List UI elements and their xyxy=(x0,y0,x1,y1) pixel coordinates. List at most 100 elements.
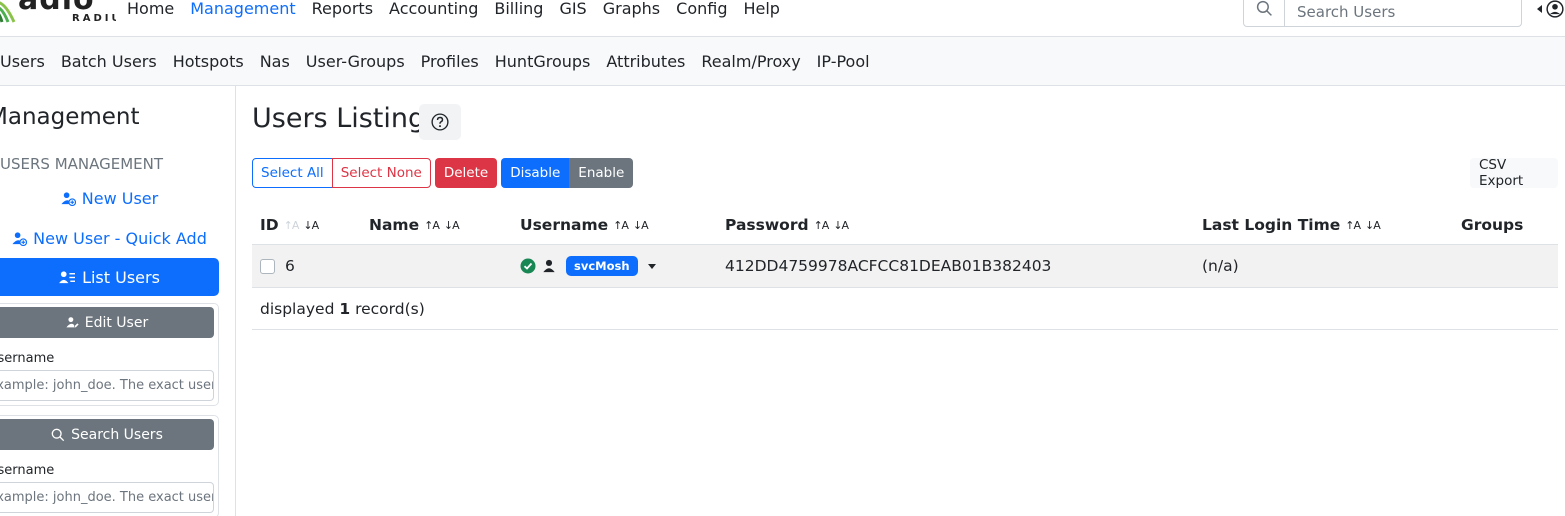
sort-asc-icon[interactable]: ↑A xyxy=(814,219,830,232)
sort-desc-icon[interactable]: ↓A xyxy=(303,219,319,232)
submenu-attributes[interactable]: Attributes xyxy=(606,52,685,71)
submenu-ip-pool[interactable]: IP-Pool xyxy=(817,52,870,71)
search-icon xyxy=(51,428,65,441)
new-user-quick-add-link[interactable]: New User - Quick Add xyxy=(0,219,219,257)
logo-arcs-icon xyxy=(0,1,16,23)
sort-desc-icon[interactable]: ↓A xyxy=(833,219,849,232)
new-user-label: New User xyxy=(81,188,159,208)
submenu-hotspots[interactable]: Hotspots xyxy=(173,52,244,71)
sort-asc-icon[interactable]: ↑A xyxy=(1345,219,1361,232)
menu-reports[interactable]: Reports xyxy=(312,0,373,18)
list-users-link[interactable]: List Users xyxy=(0,258,219,296)
chevron-down-icon[interactable] xyxy=(647,263,656,269)
footer-prefix: displayed xyxy=(260,299,335,318)
cell-last-login: (n/a) xyxy=(1202,257,1239,275)
column-header-username: Username ↑A ↓A xyxy=(520,205,649,245)
edit-username-label: Username xyxy=(0,351,55,366)
search-users-button[interactable]: Search Users xyxy=(0,419,214,450)
search-users-group xyxy=(1243,0,1522,27)
submenu-user-groups[interactable]: User-Groups xyxy=(306,52,405,71)
edit-username-input[interactable] xyxy=(0,370,214,401)
sort-desc-icon[interactable]: ↓A xyxy=(633,219,649,232)
column-header-label: Last Login Time xyxy=(1202,216,1341,234)
disable-button[interactable]: Disable xyxy=(501,158,570,188)
menu-graphs[interactable]: Graphs xyxy=(603,0,660,18)
table-header: ID ↑A ↓A Name ↑A ↓A Username ↑A ↓A Passw… xyxy=(252,205,1558,245)
search-username-input[interactable] xyxy=(0,482,214,513)
select-all-button[interactable]: Select All xyxy=(252,158,333,188)
help-button[interactable] xyxy=(419,104,461,140)
search-input[interactable] xyxy=(1285,0,1521,26)
user-add-icon xyxy=(12,231,28,246)
sub-menu: Users Batch Users Hotspots Nas User-Grou… xyxy=(0,37,1565,86)
column-header-password: Password ↑A ↓A xyxy=(725,205,849,245)
delete-button[interactable]: Delete xyxy=(434,158,498,188)
menu-home[interactable]: Home xyxy=(127,0,174,18)
sort-asc-icon[interactable]: ↑A xyxy=(613,219,629,232)
table-footer: displayed 1 record(s) xyxy=(252,288,1558,330)
footer-suffix: record(s) xyxy=(355,299,425,318)
select-none-button[interactable]: Select None xyxy=(331,158,431,188)
menu-gis[interactable]: GIS xyxy=(559,0,586,18)
search-users-label: Search Users xyxy=(71,426,163,443)
submenu-profiles[interactable]: Profiles xyxy=(421,52,479,71)
daloradius-logo[interactable]: adio RADIUS xyxy=(0,0,116,26)
page-title: Users Listing xyxy=(252,103,426,134)
cell-username: svcMosh xyxy=(520,245,656,287)
submenu-realm-proxy[interactable]: Realm/Proxy xyxy=(701,52,800,71)
sort-asc-icon[interactable]: ↑A xyxy=(284,219,300,232)
column-header-label: ID xyxy=(260,216,279,234)
question-circle-icon xyxy=(431,113,449,131)
top-navbar: adio RADIUS Home Management Reports Acco… xyxy=(0,0,1565,37)
sort-asc-icon[interactable]: ↑A xyxy=(424,219,440,232)
menu-management[interactable]: Management xyxy=(190,0,295,18)
submenu-batch-users[interactable]: Batch Users xyxy=(61,52,157,71)
column-header-last-login: Last Login Time ↑A ↓A xyxy=(1202,205,1381,245)
logo-subtext: RADIUS xyxy=(72,13,116,24)
user-circle-icon xyxy=(1546,0,1564,18)
menu-config[interactable]: Config xyxy=(676,0,727,18)
column-header-name: Name ↑A ↓A xyxy=(369,205,460,245)
sidebar-section-heading: USERS MANAGEMENT xyxy=(0,155,164,173)
row-id: 6 xyxy=(285,257,295,275)
search-button[interactable] xyxy=(1244,0,1285,26)
sidebar-title: Management xyxy=(0,104,140,130)
sort-desc-icon[interactable]: ↓A xyxy=(1365,219,1381,232)
list-users-label: List Users xyxy=(82,267,160,287)
column-header-label: Name xyxy=(369,216,420,234)
column-header-id: ID ↑A ↓A xyxy=(260,205,319,245)
csv-export-button[interactable]: CSV Export xyxy=(1470,157,1558,189)
column-header-label: Password xyxy=(725,216,809,234)
menu-accounting[interactable]: Accounting xyxy=(389,0,478,18)
submenu-users[interactable]: Users xyxy=(0,52,45,71)
bulk-actions-toolbar: Select All Select None Delete Disable En… xyxy=(252,158,634,188)
caret-left-icon xyxy=(1537,5,1542,13)
column-header-label: Username xyxy=(520,216,609,234)
main-menu: Home Management Reports Accounting Billi… xyxy=(127,0,796,18)
username-badge[interactable]: svcMosh xyxy=(566,256,638,276)
user-list-icon xyxy=(59,270,76,283)
edit-user-button[interactable]: Edit User xyxy=(0,307,214,338)
edit-user-card: Edit User Username xyxy=(0,303,219,406)
submenu-huntgroups[interactable]: HuntGroups xyxy=(495,52,591,71)
user-edit-icon xyxy=(66,317,79,328)
column-header-label: Groups xyxy=(1461,216,1524,234)
submenu-nas[interactable]: Nas xyxy=(260,52,290,71)
row-checkbox[interactable] xyxy=(260,258,275,274)
user-add-icon xyxy=(61,191,76,206)
search-icon xyxy=(1256,0,1272,16)
sidebar: Management USERS MANAGEMENT New User New… xyxy=(0,86,236,516)
enable-button[interactable]: Enable xyxy=(569,158,634,188)
search-users-card: Search Users Username xyxy=(0,415,219,516)
table-row: 6 svcMosh 412DD4759978ACFCC81DEAB01B3824… xyxy=(252,245,1558,288)
menu-billing[interactable]: Billing xyxy=(494,0,543,18)
new-user-quick-add-label: New User - Quick Add xyxy=(33,228,207,248)
sort-desc-icon[interactable]: ↓A xyxy=(444,219,460,232)
person-icon xyxy=(543,259,555,273)
users-table: ID ↑A ↓A Name ↑A ↓A Username ↑A ↓A Passw… xyxy=(252,205,1558,330)
menu-help[interactable]: Help xyxy=(743,0,779,18)
edit-user-label: Edit User xyxy=(84,314,149,331)
check-circle-icon xyxy=(520,258,536,274)
user-menu[interactable] xyxy=(1537,0,1564,18)
new-user-link[interactable]: New User xyxy=(0,179,219,217)
